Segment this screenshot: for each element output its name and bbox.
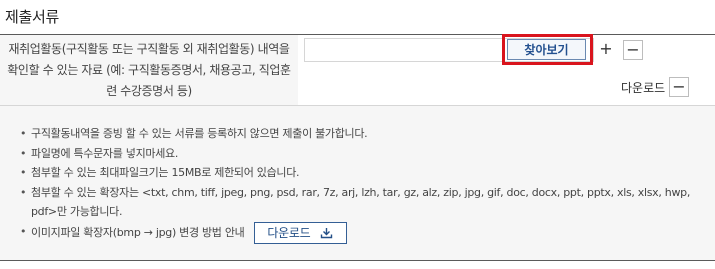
upload-field-label: 재취업활동(구직활동 또는 구직활동 외 재취업활동) 내역을 확인할 수 있는…	[0, 35, 298, 105]
notice-item-extensions: 첨부할 수 있는 확장자는 <txt, chm, tiff, jpeg, png…	[20, 183, 715, 222]
download-link[interactable]: 다운로드	[621, 79, 665, 96]
image-guide-download-button[interactable]: 다운로드	[253, 221, 347, 244]
notice-item-filename: 파일명에 특수문자를 넣지마세요.	[20, 144, 715, 164]
image-guide-text: 이미지파일 확장자(bmp → jpg) 변경 방법 안내	[31, 225, 245, 239]
remove-file-button[interactable]: −	[623, 40, 643, 60]
download-icon	[320, 227, 333, 238]
add-file-button[interactable]: +	[596, 40, 616, 60]
notice-item-size: 첨부할 수 있는 최대파일크기는 15MB로 제한되어 있습니다.	[20, 163, 715, 183]
section-header: 제출서류	[0, 0, 715, 35]
image-guide-download-label: 다운로드	[267, 225, 311, 240]
section-title: 제출서류	[5, 8, 60, 26]
notice-list: 구직활동내역을 증빙 할 수 있는 서류를 등록하지 않으면 제출이 불가합니다…	[0, 106, 715, 244]
upload-label-text: 재취업활동(구직활동 또는 구직활동 외 재취업활동) 내역을 확인할 수 있는…	[7, 42, 291, 98]
remove-download-button[interactable]: −	[669, 77, 689, 97]
notice-item-required: 구직활동내역을 증빙 할 수 있는 서류를 등록하지 않으면 제출이 불가합니다…	[20, 124, 715, 144]
notice-item-image-guide: 이미지파일 확장자(bmp → jpg) 변경 방법 안내 다운로드	[20, 221, 715, 244]
browse-button[interactable]: 찾아보기	[507, 39, 586, 60]
notice-box: 구직활동내역을 증빙 할 수 있는 서류를 등록하지 않으면 제출이 불가합니다…	[0, 106, 715, 261]
